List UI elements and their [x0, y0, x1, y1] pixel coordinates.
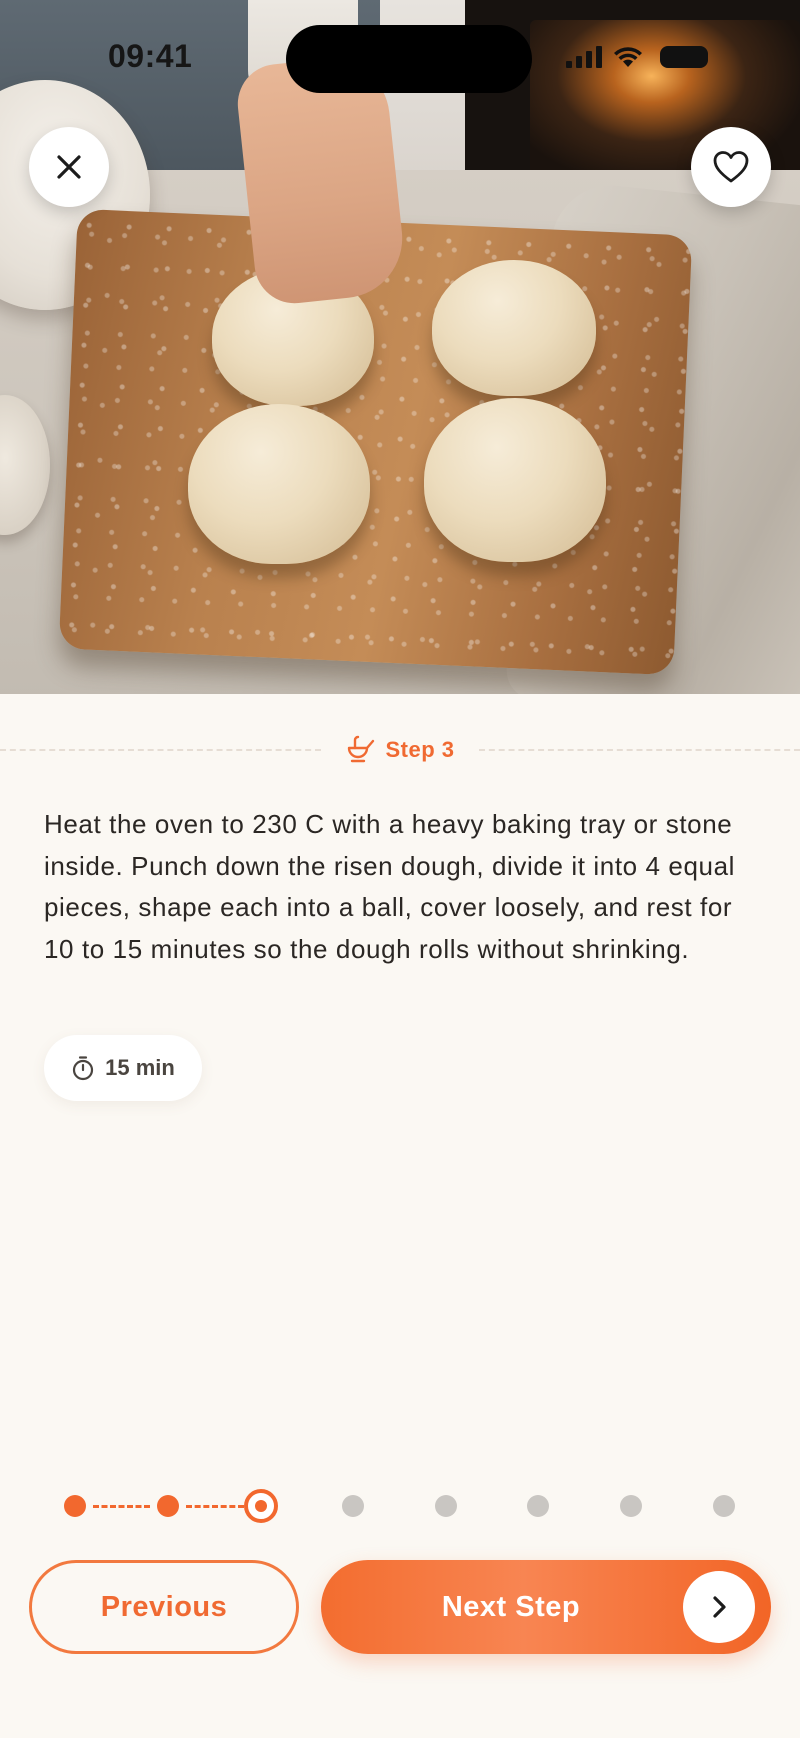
- progress-connector: [93, 1505, 150, 1508]
- step-photo: [0, 0, 800, 694]
- divider: [478, 749, 800, 751]
- timer-label: 15 min: [105, 1055, 175, 1080]
- progress-connector: [186, 1505, 244, 1508]
- divider: [0, 749, 322, 751]
- progress-dot-5[interactable]: [435, 1495, 457, 1517]
- progress-dot-6[interactable]: [527, 1495, 549, 1517]
- step-number: Step 3: [385, 737, 455, 762]
- previous-label: Previous: [100, 1590, 228, 1623]
- status-icons: [566, 42, 726, 72]
- progress-dot-3-current[interactable]: [244, 1489, 278, 1523]
- signal-icon: [566, 46, 602, 68]
- step-progress: [0, 1488, 800, 1524]
- dough-ball: [432, 260, 596, 396]
- chevron-right-icon: [713, 1596, 726, 1618]
- close-icon: [57, 155, 81, 179]
- step-header: Step 3: [0, 730, 800, 770]
- step-label: Step 3: [321, 735, 478, 765]
- dough-ball: [424, 398, 606, 562]
- close-button[interactable]: [29, 127, 109, 207]
- step-instruction: Heat the oven to 230 C with a heavy baki…: [44, 809, 736, 964]
- heart-icon: [713, 151, 749, 183]
- progress-dot-4[interactable]: [342, 1495, 364, 1517]
- favorite-button[interactable]: [691, 127, 771, 207]
- timer-chip[interactable]: 15 min: [44, 1035, 202, 1101]
- progress-dot-1[interactable]: [64, 1495, 86, 1517]
- status-time: 09:41: [108, 38, 193, 74]
- dough-ball: [188, 404, 370, 564]
- dynamic-island: [286, 25, 532, 93]
- battery-icon: [660, 46, 708, 68]
- previous-button[interactable]: Previous: [29, 1560, 299, 1654]
- progress-dot-7[interactable]: [620, 1495, 642, 1517]
- progress-dot-2[interactable]: [157, 1495, 179, 1517]
- wifi-icon: [614, 47, 642, 67]
- progress-dot-8[interactable]: [713, 1495, 735, 1517]
- ladle-icon: [348, 735, 375, 763]
- next-step-button[interactable]: Next Step: [321, 1560, 771, 1654]
- next-step-label: Next Step: [441, 1590, 581, 1623]
- timer-icon: [73, 1056, 94, 1081]
- next-arrow: [683, 1571, 755, 1643]
